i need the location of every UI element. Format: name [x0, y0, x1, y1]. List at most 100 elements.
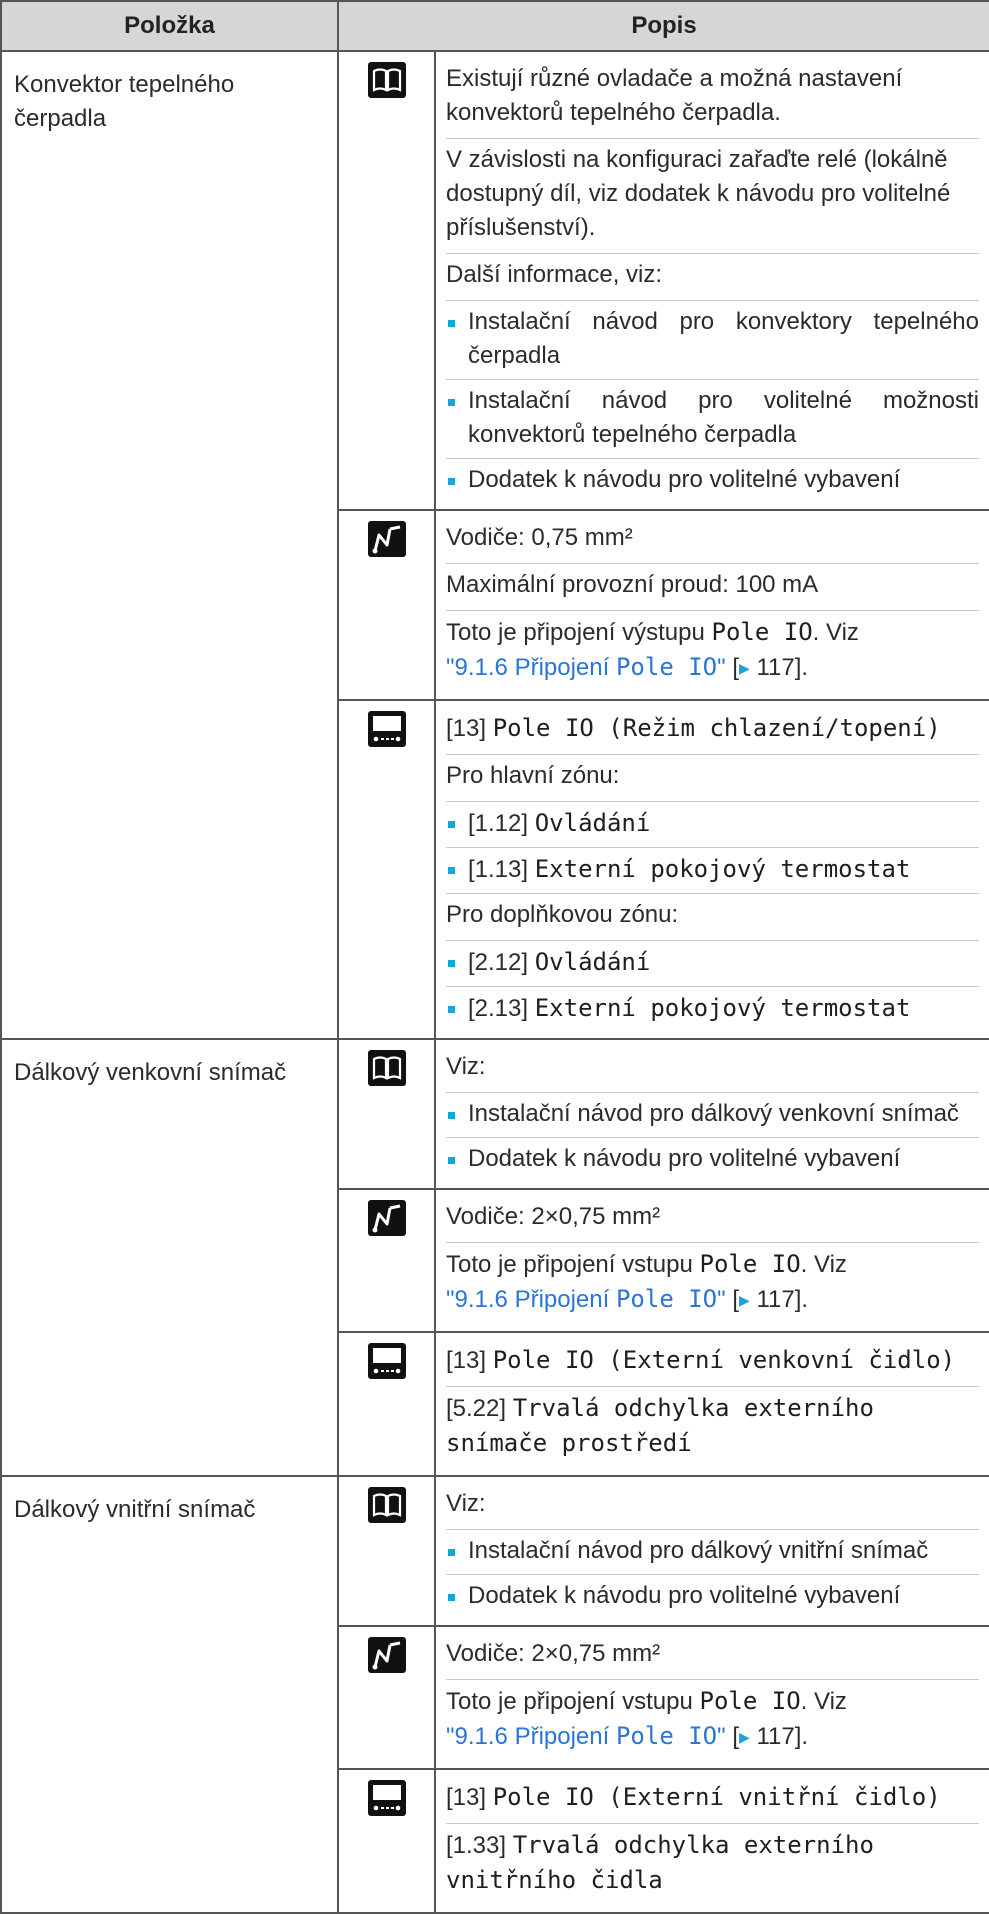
book-icon-cell: [337, 50, 436, 511]
paragraph: Vodiče: 2×0,75 mm²: [446, 1196, 979, 1243]
paragraph: [13] Pole IO (Režim chlazení/topení): [446, 707, 979, 755]
book-icon-cell: [337, 1475, 436, 1627]
paragraph: Existují různé ovladače a možná nastaven…: [446, 58, 979, 139]
paragraph: [1.33] Trvalá odchylka externího vnitřní…: [446, 1824, 979, 1906]
link-code[interactable]: Pole IO: [616, 1285, 717, 1313]
paragraph: Další informace, viz:: [446, 254, 979, 301]
description-wiring: Vodiče: 2×0,75 mm² Toto je připojení vst…: [434, 1625, 989, 1770]
text: Toto je připojení výstupu: [446, 619, 712, 646]
setting-number: [13]: [446, 715, 493, 742]
ref-bracket: ].: [794, 1723, 809, 1750]
code-text: Ovládání: [534, 948, 651, 976]
description-ui: [13] Pole IO (Externí vnitřní čidlo) [1.…: [434, 1768, 989, 1914]
wire-icon-cell: [337, 509, 436, 701]
link-text[interactable]: ": [717, 654, 726, 681]
link-code[interactable]: Pole IO: [616, 653, 717, 681]
link-text[interactable]: "9.1.6 Připojení: [446, 654, 616, 681]
book-icon: [367, 1050, 406, 1092]
list-item: [2.13] Externí pokojový termostat: [446, 987, 979, 1032]
code-text: Externí pokojový termostat: [534, 855, 911, 883]
list-item: Dodatek k návodu pro volitelné vybavení: [446, 459, 979, 503]
code-text: Pole IO: [711, 618, 813, 646]
setting-number: [1.13]: [468, 856, 535, 883]
paragraph: Viz:: [446, 1046, 979, 1093]
link-code[interactable]: Pole IO: [616, 1722, 717, 1750]
table-row: Dálkový venkovní snímač Viz: Instalační …: [0, 1038, 989, 1477]
paragraph: Maximální provozní proud: 100 mA: [446, 564, 979, 611]
link-text[interactable]: "9.1.6 Připojení: [446, 1723, 616, 1750]
paragraph: Viz:: [446, 1483, 979, 1530]
paragraph: Vodiče: 2×0,75 mm²: [446, 1633, 979, 1680]
paragraph: Pro doplňkovou zónu:: [446, 894, 979, 941]
code-text: Pole IO: [492, 1783, 594, 1811]
user-interface-icon: [367, 1780, 406, 1822]
ref-page[interactable]: 117: [750, 1723, 794, 1750]
text: Toto je připojení vstupu: [446, 1688, 700, 1715]
ref-bracket: [: [725, 1286, 739, 1313]
setting-number: [13]: [446, 1784, 493, 1811]
description-ui: [13] Pole IO (Externí venkovní čidlo) [5…: [434, 1331, 989, 1477]
paragraph: Toto je připojení vstupu Pole IO. Viz "9…: [446, 1243, 979, 1325]
table-row: Konvektor tepelného čerpadla Existují rů…: [0, 50, 989, 1040]
list-item: [1.13] Externí pokojový termostat: [446, 848, 979, 894]
text: . Viz: [800, 1251, 847, 1278]
paragraph: Toto je připojení výstupu Pole IO. Viz "…: [446, 611, 979, 693]
code-text: (Externí venkovní čidlo): [593, 1346, 956, 1374]
setting-number: [13]: [446, 1347, 493, 1374]
user-interface-icon: [367, 1343, 406, 1385]
header-description: Popis: [337, 0, 989, 52]
section-link[interactable]: "9.1.6 Připojení Pole IO": [446, 1285, 726, 1313]
section-link[interactable]: "9.1.6 Připojení Pole IO": [446, 1722, 726, 1750]
code-text: Ovládání: [534, 809, 651, 837]
paragraph: [13] Pole IO (Externí vnitřní čidlo): [446, 1776, 979, 1824]
wire-icon: [367, 1200, 406, 1242]
paragraph: Toto je připojení vstupu Pole IO. Viz "9…: [446, 1680, 979, 1762]
ref-bracket: ].: [794, 654, 809, 681]
ref-bracket: [: [725, 654, 739, 681]
setting-number: [2.12]: [468, 949, 535, 976]
book-icon: [367, 1487, 406, 1529]
paragraph: V závislosti na konfiguraci zařaďte relé…: [446, 139, 979, 254]
list-item: [2.12] Ovládání: [446, 941, 979, 987]
description-wiring: Vodiče: 2×0,75 mm² Toto je připojení vst…: [434, 1188, 989, 1333]
options-table: Položka Popis Konvektor tepelného čerpad…: [0, 0, 989, 1914]
page-ref[interactable]: [▶ 117].: [726, 654, 808, 681]
code-text: (Režim chlazení/topení): [593, 714, 941, 742]
link-text[interactable]: ": [717, 1286, 726, 1313]
paragraph: Pro hlavní zónu:: [446, 755, 979, 802]
ref-page[interactable]: 117: [750, 1286, 794, 1313]
section-link[interactable]: "9.1.6 Připojení Pole IO": [446, 653, 726, 681]
page-ref[interactable]: [▶ 117].: [726, 1286, 808, 1313]
list-item: Instalační návod pro konvektory tepelnéh…: [446, 301, 979, 380]
text: . Viz: [800, 1688, 847, 1715]
wire-icon-cell: [337, 1625, 436, 1770]
code-text: Pole IO: [492, 1346, 594, 1374]
text: Toto je připojení vstupu: [446, 1251, 700, 1278]
arrow-right-icon: ▶: [739, 1292, 750, 1308]
link-text[interactable]: "9.1.6 Připojení: [446, 1286, 616, 1313]
page-ref[interactable]: [▶ 117].: [726, 1723, 808, 1750]
wire-icon: [367, 1637, 406, 1679]
list-item: Dodatek k návodu pro volitelné vybavení: [446, 1138, 979, 1182]
code-text: Externí pokojový termostat: [534, 994, 911, 1022]
ref-page[interactable]: 117: [750, 654, 794, 681]
book-icon-cell: [337, 1038, 436, 1190]
item-name: Dálkový vnitřní snímač: [0, 1475, 339, 1914]
code-text: Pole IO: [492, 714, 594, 742]
description-reference: Viz: Instalační návod pro dálkový venkov…: [434, 1038, 989, 1190]
ref-bracket: [: [725, 1723, 739, 1750]
link-text[interactable]: ": [717, 1723, 726, 1750]
ui-icon-cell: [337, 1331, 436, 1477]
header-item: Položka: [0, 0, 339, 52]
paragraph: Vodiče: 0,75 mm²: [446, 517, 979, 564]
code-text: Pole IO: [699, 1250, 801, 1278]
setting-number: [1.12]: [468, 810, 535, 837]
list-item: [1.12] Ovládání: [446, 802, 979, 848]
arrow-right-icon: ▶: [739, 1729, 750, 1745]
paragraph: [5.22] Trvalá odchylka externího snímače…: [446, 1387, 979, 1469]
ref-bracket: ].: [794, 1286, 809, 1313]
code-text: Pole IO: [699, 1687, 801, 1715]
setting-number: [5.22]: [446, 1395, 513, 1422]
list-item: Instalační návod pro dálkový vnitřní sní…: [446, 1530, 979, 1575]
ui-icon-cell: [337, 1768, 436, 1914]
